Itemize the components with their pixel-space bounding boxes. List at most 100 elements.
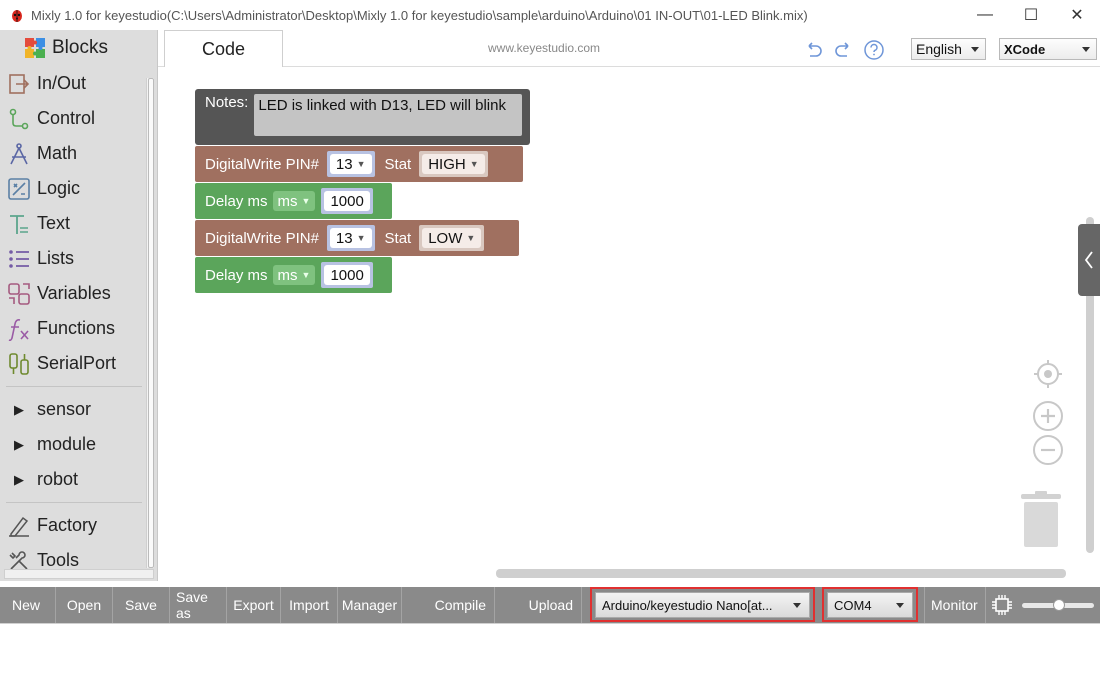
chevron-down-icon <box>971 47 979 52</box>
delay-unit-dropdown[interactable]: ms ▼ <box>272 265 316 285</box>
save-as-button[interactable]: Save as <box>170 587 227 623</box>
sidebar-horizontal-scrollbar[interactable] <box>4 569 154 579</box>
sidebar-item-math[interactable]: Math <box>0 136 157 171</box>
stat-dropdown-low[interactable]: LOW ▼ <box>422 228 482 248</box>
sidebar-item-label: Logic <box>37 178 81 198</box>
sidebar-vertical-scrollbar[interactable] <box>146 78 154 568</box>
port-highlight-frame <box>822 587 918 622</box>
open-button[interactable]: Open <box>56 587 113 623</box>
sidebar-group-robot[interactable]: ▶ robot <box>0 462 157 497</box>
sidebar-item-variables[interactable]: Variables <box>0 276 157 311</box>
notes-text-field[interactable]: LED is linked with D13, LED will blink <box>254 94 523 136</box>
sidebar-item-label: Control <box>37 108 96 128</box>
stat-label: Stat <box>384 155 412 173</box>
sidebar-item-label: Math <box>37 143 78 163</box>
stat-socket: LOW ▼ <box>419 225 485 251</box>
digitalwrite-block-low[interactable]: DigitalWrite PIN# 13 ▼ Stat LOW ▼ <box>195 220 519 256</box>
language-select-value: English <box>916 41 962 57</box>
collapse-panel-handle[interactable] <box>1078 224 1100 296</box>
output-console[interactable] <box>0 623 1100 681</box>
tab-code[interactable]: Code <box>164 30 283 67</box>
expand-triangle-icon: ▶ <box>14 471 24 487</box>
help-icon[interactable] <box>863 39 885 61</box>
export-button[interactable]: Export <box>227 587 281 623</box>
chevron-down-icon <box>1082 47 1090 52</box>
serial-port-icon <box>6 351 32 377</box>
unit-value: ms <box>277 192 298 210</box>
language-select[interactable]: English <box>911 38 986 60</box>
trash-icon[interactable] <box>1019 491 1063 549</box>
dropdown-arrow-icon: ▼ <box>356 159 366 169</box>
delay-block-1[interactable]: Delay ms ms ▼ 1000 <box>195 183 392 219</box>
lists-icon <box>6 246 32 272</box>
sidebar-group-module[interactable]: ▶ module <box>0 427 157 462</box>
import-button[interactable]: Import <box>281 587 338 623</box>
delay-label: Delay ms <box>205 192 268 210</box>
stat-dropdown-high[interactable]: HIGH ▼ <box>422 154 485 174</box>
save-button[interactable]: Save <box>113 587 170 623</box>
upload-button[interactable]: Upload <box>495 587 582 623</box>
sidebar-item-logic[interactable]: Logic <box>0 171 157 206</box>
compile-button[interactable]: Compile <box>402 587 495 623</box>
sidebar-item-label: SerialPort <box>37 353 117 373</box>
zoom-in-icon[interactable] <box>1032 400 1064 432</box>
sidebar-item-label: Tools <box>37 550 80 570</box>
sidebar-scroll-thumb[interactable] <box>148 78 154 568</box>
delay-label: Delay ms <box>205 266 268 284</box>
sidebar-item-factory[interactable]: Factory <box>0 508 157 543</box>
sidebar-divider <box>6 386 142 387</box>
delay-block-2[interactable]: Delay ms ms ▼ 1000 <box>195 257 392 293</box>
puzzle-icon <box>25 38 45 58</box>
zoom-out-icon[interactable] <box>1032 434 1064 466</box>
stat-value: LOW <box>428 229 463 247</box>
notes-label: Notes: <box>205 94 249 111</box>
sidebar-item-functions[interactable]: Functions <box>0 311 157 346</box>
code-style-select[interactable]: XCode <box>999 38 1097 60</box>
new-button[interactable]: New <box>0 587 56 623</box>
undo-icon[interactable] <box>802 39 824 61</box>
minimize-button[interactable]: — <box>962 0 1008 30</box>
variables-icon <box>6 281 32 307</box>
manager-button[interactable]: Manager <box>338 587 402 623</box>
sidebar-item-serialport[interactable]: SerialPort <box>0 346 157 381</box>
close-button[interactable]: ✕ <box>1054 0 1100 30</box>
stat-label: Stat <box>384 229 412 247</box>
redo-icon[interactable] <box>833 39 855 61</box>
window-title: Mixly 1.0 for keyestudio(C:\Users\Admini… <box>31 7 808 23</box>
delay-socket: 1000 <box>321 262 373 288</box>
notes-block[interactable]: Notes: LED is linked with D13, LED will … <box>195 89 530 145</box>
digitalwrite-block-high[interactable]: DigitalWrite PIN# 13 ▼ Stat HIGH ▼ <box>195 146 523 182</box>
recenter-icon[interactable] <box>1032 358 1064 390</box>
maximize-button[interactable]: ☐ <box>1008 0 1054 30</box>
sidebar-item-control[interactable]: Control <box>0 101 157 136</box>
pin-dropdown[interactable]: 13 ▼ <box>329 228 372 248</box>
sidebar-group-sensor[interactable]: ▶ sensor <box>0 392 157 427</box>
sidebar-item-in-out[interactable]: In/Out <box>0 66 157 101</box>
delay-value-field[interactable]: 1000 <box>324 265 370 285</box>
dropdown-arrow-icon: ▼ <box>301 270 311 280</box>
delay-value-field[interactable]: 1000 <box>324 191 370 211</box>
board-highlight-frame <box>590 587 815 622</box>
zoom-slider[interactable] <box>1022 599 1094 611</box>
sidebar-item-label: Factory <box>37 515 98 535</box>
blocks-header-label: Blocks <box>52 37 108 58</box>
zoom-slider-knob[interactable] <box>1053 599 1065 611</box>
digitalwrite-label: DigitalWrite PIN# <box>205 229 319 247</box>
functions-icon <box>6 316 32 342</box>
monitor-button[interactable]: Monitor <box>924 587 986 623</box>
dropdown-arrow-icon: ▼ <box>301 196 311 206</box>
delay-unit-dropdown[interactable]: ms ▼ <box>272 191 316 211</box>
blocks-workspace[interactable]: Notes: LED is linked with D13, LED will … <box>158 67 1100 581</box>
site-link[interactable]: www.keyestudio.com <box>488 41 600 55</box>
workspace-horizontal-scrollbar[interactable] <box>496 569 1066 578</box>
dropdown-arrow-icon: ▼ <box>466 233 476 243</box>
pin-dropdown[interactable]: 13 ▼ <box>329 154 372 174</box>
sidebar-item-label: sensor <box>37 399 92 419</box>
chip-icon[interactable] <box>990 594 1014 616</box>
expand-triangle-icon: ▶ <box>14 436 24 452</box>
sidebar-item-text[interactable]: Text <box>0 206 157 241</box>
sidebar-item-lists[interactable]: Lists <box>0 241 157 276</box>
in-out-icon <box>6 71 32 97</box>
sidebar-item-label: Variables <box>37 283 111 303</box>
blocks-header[interactable]: Blocks <box>0 30 157 66</box>
